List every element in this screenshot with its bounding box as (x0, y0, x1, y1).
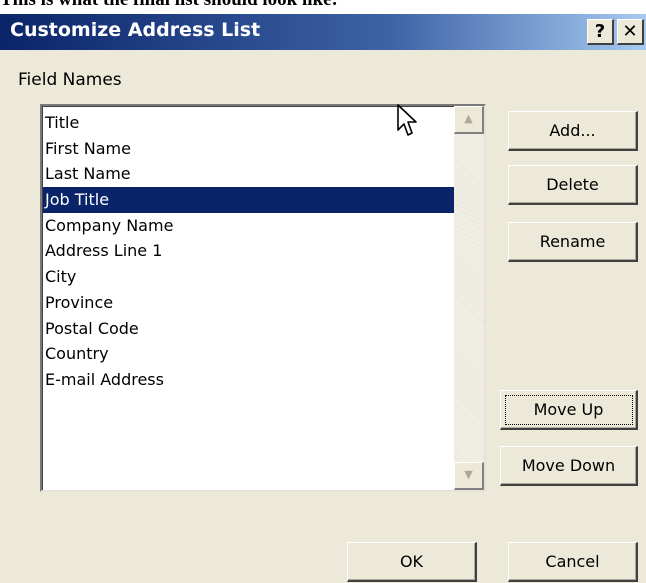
list-item[interactable]: Postal Code (43, 316, 454, 342)
list-item[interactable]: Country (43, 341, 454, 367)
scroll-up-arrow-icon[interactable]: ▲ (454, 106, 484, 134)
add-button[interactable]: Add... (508, 111, 638, 151)
list-item[interactable]: Last Name (43, 161, 454, 187)
field-list: Title First Name Last Name Job Title Company… (43, 110, 454, 393)
move-up-button[interactable]: Move Up (500, 390, 638, 430)
mouse-pointer-icon (397, 104, 417, 136)
list-item[interactable]: Title (43, 110, 454, 136)
rename-button[interactable]: Rename (508, 222, 638, 262)
cancel-button[interactable]: Cancel (508, 542, 638, 582)
page-caption: This is what the final list should look … (0, 0, 646, 14)
close-button[interactable]: ✕ (617, 19, 644, 45)
list-item[interactable]: Company Name (43, 213, 454, 239)
help-button[interactable]: ? (587, 19, 614, 45)
list-item[interactable]: Province (43, 290, 454, 316)
dialog-title: Customize Address List (10, 19, 261, 41)
ok-button[interactable]: OK (347, 542, 477, 582)
list-item[interactable]: First Name (43, 136, 454, 162)
scroll-down-arrow-icon[interactable]: ▼ (454, 462, 484, 490)
list-item[interactable]: E-mail Address (43, 367, 454, 393)
title-bar[interactable]: Customize Address List ? ✕ (0, 14, 646, 50)
field-names-listbox[interactable]: Title First Name Last Name Job Title Company… (40, 104, 486, 492)
list-item[interactable]: Job Title (43, 187, 454, 213)
list-item[interactable]: Address Line 1 (43, 238, 454, 264)
move-down-button[interactable]: Move Down (500, 446, 638, 486)
delete-button[interactable]: Delete (508, 165, 638, 205)
field-names-label: Field Names (18, 70, 122, 90)
list-item[interactable]: City (43, 264, 454, 290)
customize-address-list-dialog: Customize Address List ? ✕ Field Names T… (0, 14, 646, 583)
vertical-scrollbar[interactable]: ▲ ▼ (454, 106, 484, 490)
